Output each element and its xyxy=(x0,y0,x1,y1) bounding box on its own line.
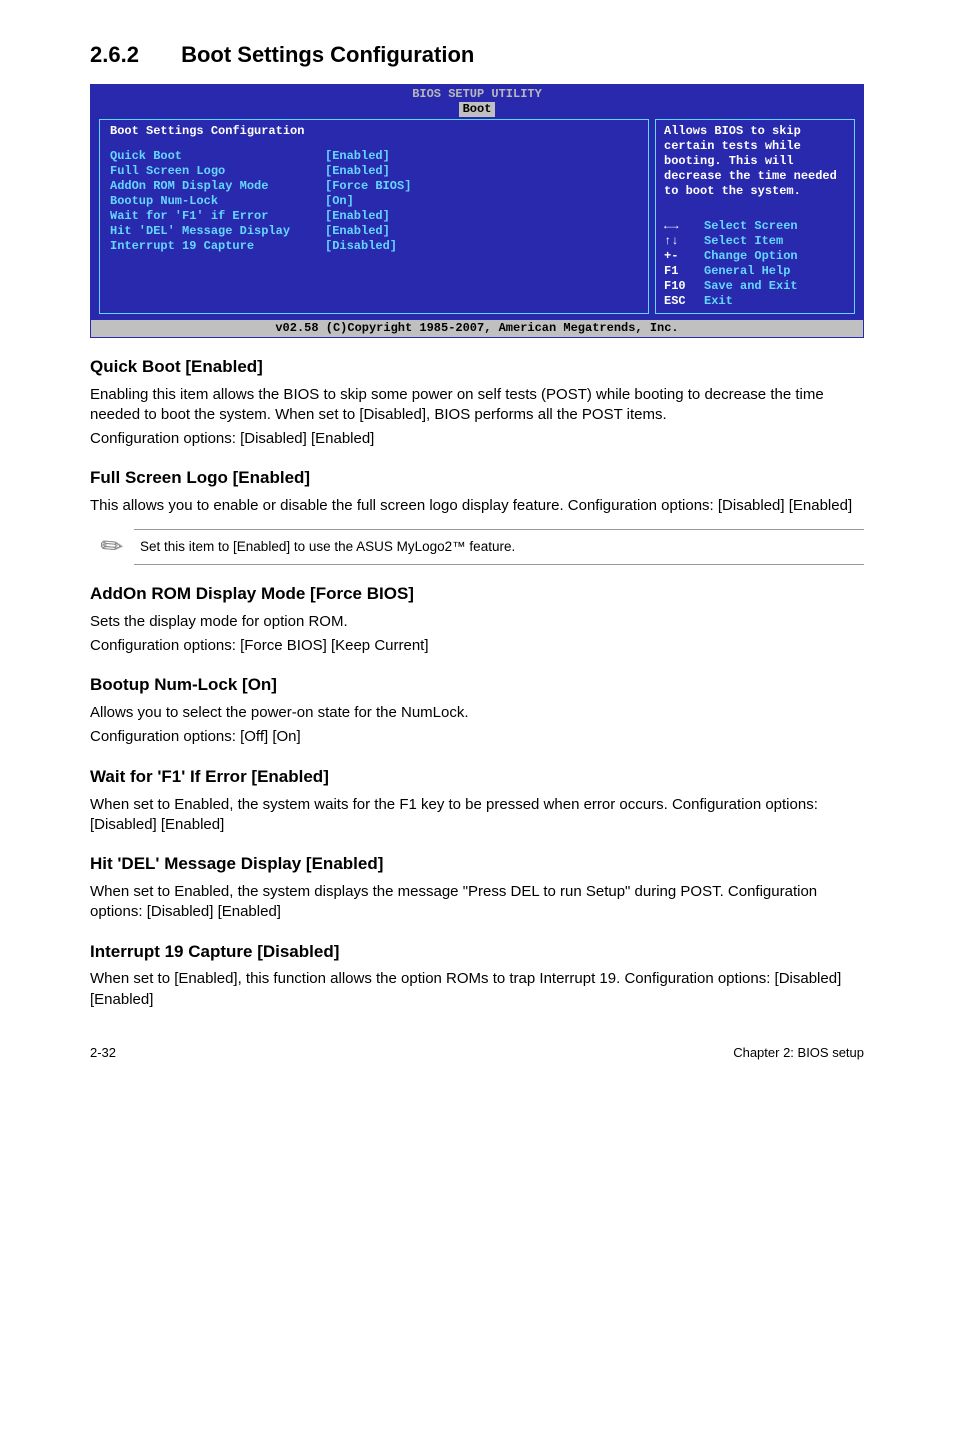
bios-row: Full Screen Logo[Enabled] xyxy=(110,164,638,179)
paragraph: Enabling this item allows the BIOS to sk… xyxy=(90,385,864,426)
page-footer: 2-32 Chapter 2: BIOS setup xyxy=(90,1044,864,1062)
bios-help-text: Allows BIOS to skip certain tests while … xyxy=(664,124,846,199)
pencil-icon: ✎ xyxy=(90,529,134,564)
subheading-int19: Interrupt 19 Capture [Disabled] xyxy=(90,941,864,964)
paragraph: When set to Enabled, the system waits fo… xyxy=(90,795,864,836)
bios-screenshot: BIOS SETUP UTILITY Boot Boot Settings Co… xyxy=(90,84,864,338)
section-heading: 2.6.2 Boot Settings Configuration xyxy=(90,40,864,70)
paragraph: When set to Enabled, the system displays… xyxy=(90,882,864,923)
bios-row: Quick Boot[Enabled] xyxy=(110,149,638,164)
paragraph: Configuration options: [Force BIOS] [Kee… xyxy=(90,636,864,656)
note-callout: ✎ Set this item to [Enabled] to use the … xyxy=(90,529,864,565)
bios-settings-panel: Boot Settings Configuration Quick Boot[E… xyxy=(99,119,649,314)
paragraph: Configuration options: [Disabled] [Enabl… xyxy=(90,429,864,449)
bios-row: Interrupt 19 Capture[Disabled] xyxy=(110,239,638,254)
paragraph: Sets the display mode for option ROM. xyxy=(90,612,864,632)
section-title-text: Boot Settings Configuration xyxy=(181,42,474,67)
arrows-lr-icon: ←→ xyxy=(664,219,704,234)
subheading-numlock: Bootup Num-Lock [On] xyxy=(90,674,864,697)
arrows-ud-icon: ↑↓ xyxy=(664,234,704,249)
paragraph: Allows you to select the power-on state … xyxy=(90,703,864,723)
bios-row: Bootup Num-Lock[On] xyxy=(110,194,638,209)
paragraph: This allows you to enable or disable the… xyxy=(90,496,864,516)
subheading-full-screen-logo: Full Screen Logo [Enabled] xyxy=(90,467,864,490)
paragraph: When set to [Enabled], this function all… xyxy=(90,969,864,1010)
bios-titlebar: BIOS SETUP UTILITY Boot xyxy=(91,85,863,119)
bios-row: Hit 'DEL' Message Display[Enabled] xyxy=(110,224,638,239)
bios-title: BIOS SETUP UTILITY xyxy=(412,87,542,101)
paragraph: Configuration options: [Off] [On] xyxy=(90,727,864,747)
note-text: Set this item to [Enabled] to use the AS… xyxy=(134,529,864,565)
bios-active-tab: Boot xyxy=(459,102,496,117)
bios-row: Wait for 'F1' if Error[Enabled] xyxy=(110,209,638,224)
subheading-wait-f1: Wait for 'F1' If Error [Enabled] xyxy=(90,766,864,789)
subheading-hit-del: Hit 'DEL' Message Display [Enabled] xyxy=(90,853,864,876)
bios-help-panel: Allows BIOS to skip certain tests while … xyxy=(655,119,855,314)
subheading-quick-boot: Quick Boot [Enabled] xyxy=(90,356,864,379)
bios-panel-header: Boot Settings Configuration xyxy=(110,124,638,139)
section-number: 2.6.2 xyxy=(90,40,139,70)
chapter-label: Chapter 2: BIOS setup xyxy=(733,1044,864,1062)
bios-footer: v02.58 (C)Copyright 1985-2007, American … xyxy=(91,320,863,337)
page-number: 2-32 xyxy=(90,1044,116,1062)
subheading-addon-rom: AddOn ROM Display Mode [Force BIOS] xyxy=(90,583,864,606)
bios-row: AddOn ROM Display Mode[Force BIOS] xyxy=(110,179,638,194)
bios-key-legend: ←→Select Screen ↑↓Select Item +-Change O… xyxy=(664,219,846,309)
